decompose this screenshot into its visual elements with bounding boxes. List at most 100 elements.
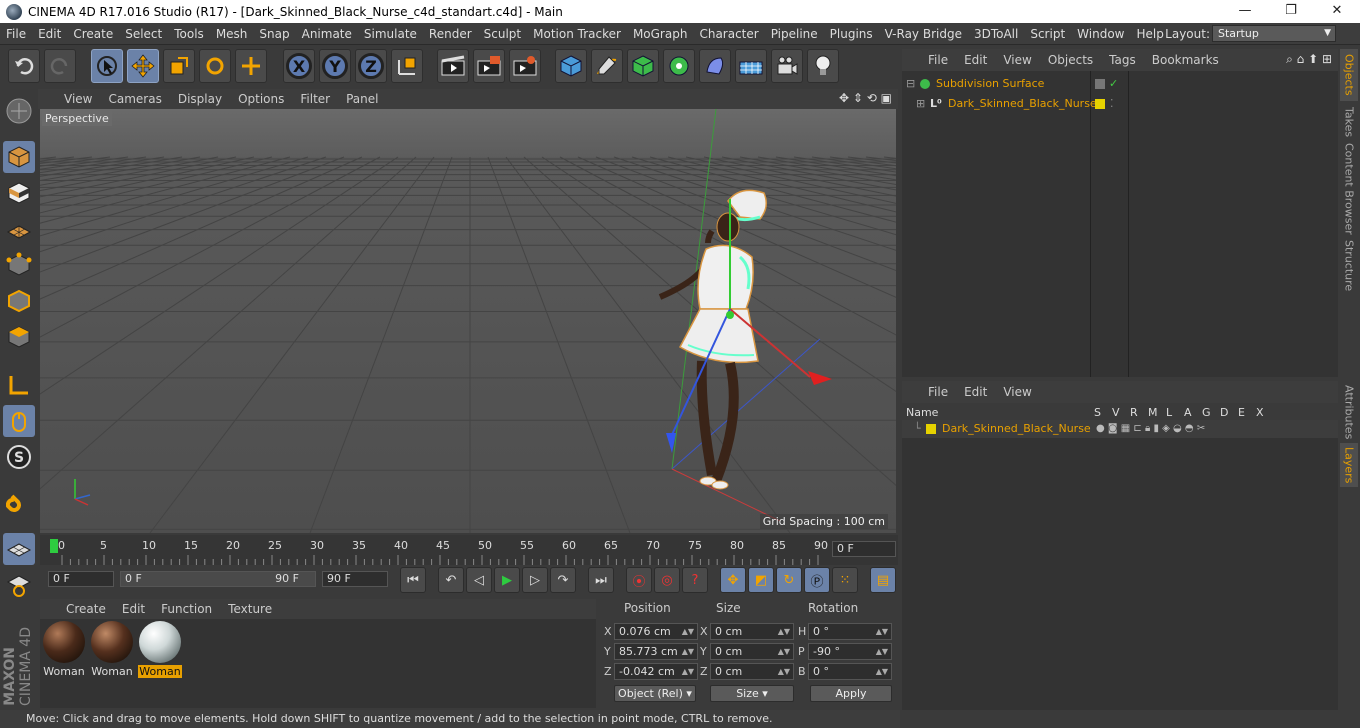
tab-objects[interactable]: Objects	[1340, 49, 1358, 101]
model-mode-button[interactable]	[3, 141, 35, 173]
menu-plugins[interactable]: Plugins	[824, 23, 879, 45]
object-name[interactable]: Dark_Skinned_Black_Nurse	[948, 95, 1097, 113]
play-button[interactable]: ▶	[494, 567, 520, 593]
pos-y-field[interactable]: 85.773 cm ▲▼	[614, 643, 698, 660]
edges-mode-button[interactable]	[3, 285, 35, 317]
make-editable-button[interactable]	[3, 95, 35, 127]
object-menu-tags[interactable]: Tags	[1101, 53, 1144, 67]
x-axis-lock-button[interactable]: X	[283, 49, 315, 83]
object-menu-view[interactable]: View	[995, 53, 1039, 67]
tab-layers[interactable]: Layers	[1340, 443, 1358, 487]
rot-p-field[interactable]: -90 ° ▲▼	[808, 643, 892, 660]
goto-end-button[interactable]: ⏭	[588, 567, 614, 593]
size-z-field[interactable]: 0 cm ▲▼	[710, 663, 794, 680]
viewport-menu-cameras[interactable]: Cameras	[100, 92, 169, 106]
layer-row[interactable]: └ Dark_Skinned_Black_Nurse ● ◙ ▦ ⊏ 🔒︎ ▮ …	[902, 420, 1338, 438]
size-y-field[interactable]: 0 cm ▲▼	[710, 643, 794, 660]
enabled-check-icon[interactable]: ✓	[1109, 75, 1118, 93]
points-mode-button[interactable]	[3, 249, 35, 281]
gizmo-center[interactable]	[726, 311, 734, 319]
snap-button[interactable]	[3, 487, 35, 519]
record-keys-button[interactable]: ⦿	[626, 567, 652, 593]
viewport-menu-filter[interactable]: Filter	[292, 92, 338, 106]
edit-render-settings-button[interactable]	[509, 49, 541, 83]
viewport-label[interactable]: Perspective	[42, 111, 112, 126]
add-deformer-button[interactable]	[699, 49, 731, 83]
tab-attributes[interactable]: Attributes	[1340, 383, 1358, 441]
key-pla-button[interactable]: ⁙	[832, 567, 858, 593]
add-mograph-button[interactable]	[663, 49, 695, 83]
texture-mode-button[interactable]	[3, 177, 35, 209]
layer-color-swatch[interactable]	[926, 424, 936, 434]
start-frame-field[interactable]: 0 F	[48, 571, 114, 587]
rot-h-field[interactable]: 0 ° ▲▼	[808, 623, 892, 640]
live-selection-button[interactable]	[91, 49, 123, 83]
prev-key-button[interactable]: ↶	[438, 567, 464, 593]
playhead[interactable]	[50, 539, 58, 553]
menu-help[interactable]: Help	[1130, 23, 1169, 45]
render-picture-viewer-button[interactable]	[473, 49, 505, 83]
autokey-button[interactable]: ◎	[654, 567, 680, 593]
material-menu-function[interactable]: Function	[153, 602, 220, 616]
y-axis-lock-button[interactable]: Y	[319, 49, 351, 83]
menu-vray-bridge[interactable]: V-Ray Bridge	[879, 23, 968, 45]
next-frame-button[interactable]: ▷	[522, 567, 548, 593]
viewport-menu-view[interactable]: View	[56, 92, 100, 106]
menu-tools[interactable]: Tools	[168, 23, 210, 45]
visibility-dots-icon[interactable]: ⁚	[1110, 95, 1114, 113]
viewport-menu-display[interactable]: Display	[170, 92, 230, 106]
menu-sculpt[interactable]: Sculpt	[478, 23, 527, 45]
object-menu-bookmarks[interactable]: Bookmarks	[1144, 53, 1227, 67]
layer-menu-view[interactable]: View	[995, 385, 1039, 399]
viewport-menu-options[interactable]: Options	[230, 92, 292, 106]
apply-button[interactable]: Apply	[810, 685, 892, 702]
minimize-button[interactable]: —	[1222, 0, 1268, 23]
layer-color-icon[interactable]	[1095, 99, 1105, 109]
rotate-tool-button[interactable]	[199, 49, 231, 83]
layer-flag-icons[interactable]: ● ◙ ▦ ⊏ 🔒︎ ▮ ◈ ◒ ◓ ✂	[1096, 420, 1205, 438]
menu-3dtoall[interactable]: 3DToAll	[968, 23, 1024, 45]
material-item[interactable]: Woman	[138, 621, 182, 679]
menu-edit[interactable]: Edit	[32, 23, 67, 45]
menu-character[interactable]: Character	[693, 23, 764, 45]
timeline-window-button[interactable]: ▤	[870, 567, 896, 593]
material-menu-texture[interactable]: Texture	[220, 602, 280, 616]
workplane-lock-button[interactable]	[3, 533, 35, 565]
add-cube-button[interactable]	[555, 49, 587, 83]
workplane-snap-button[interactable]	[3, 569, 35, 601]
tweak-mode-button[interactable]	[3, 405, 35, 437]
last-tool-button[interactable]	[235, 49, 267, 83]
menu-render[interactable]: Render	[423, 23, 478, 45]
tab-content-browser[interactable]: Content Browser	[1340, 143, 1358, 235]
expand-toggle-icon[interactable]: ⊞	[916, 95, 925, 113]
layer-menu-file[interactable]: File	[920, 385, 956, 399]
object-manager-nav-icons[interactable]: ⌕ ⌂ ⬆ ⊞	[1286, 52, 1332, 67]
object-name[interactable]: Subdivision Surface	[936, 75, 1044, 93]
menu-mesh[interactable]: Mesh	[210, 23, 254, 45]
add-generator-button[interactable]	[627, 49, 659, 83]
size-mode-select[interactable]: Size ▾	[710, 685, 794, 702]
keyframe-selection-button[interactable]: ?	[682, 567, 708, 593]
add-scene-button[interactable]	[735, 49, 767, 83]
object-menu-edit[interactable]: Edit	[956, 53, 995, 67]
end-frame-field[interactable]: 90 F	[322, 571, 388, 587]
undo-button[interactable]	[8, 49, 40, 83]
object-menu-file[interactable]: File	[920, 53, 956, 67]
menu-snap[interactable]: Snap	[253, 23, 295, 45]
maximize-button[interactable]: ❐	[1268, 0, 1314, 23]
key-parameter-button[interactable]: Ⓟ	[804, 567, 830, 593]
coordinate-mode-select[interactable]: Object (Rel) ▾	[614, 685, 696, 702]
polygons-mode-button[interactable]	[3, 321, 35, 353]
close-button[interactable]: ✕	[1314, 0, 1360, 23]
menu-create[interactable]: Create	[67, 23, 119, 45]
object-row-nurse[interactable]: ⊞ L⁰ Dark_Skinned_Black_Nurse ⁚	[902, 95, 1114, 113]
material-menu-edit[interactable]: Edit	[114, 602, 153, 616]
size-x-field[interactable]: 0 cm ▲▼	[710, 623, 794, 640]
layer-name[interactable]: Dark_Skinned_Black_Nurse	[942, 420, 1091, 438]
menu-animate[interactable]: Animate	[296, 23, 358, 45]
enable-axis-button[interactable]	[3, 369, 35, 401]
add-spline-button[interactable]	[591, 49, 623, 83]
menu-simulate[interactable]: Simulate	[358, 23, 423, 45]
scale-tool-button[interactable]	[163, 49, 195, 83]
menu-select[interactable]: Select	[119, 23, 168, 45]
